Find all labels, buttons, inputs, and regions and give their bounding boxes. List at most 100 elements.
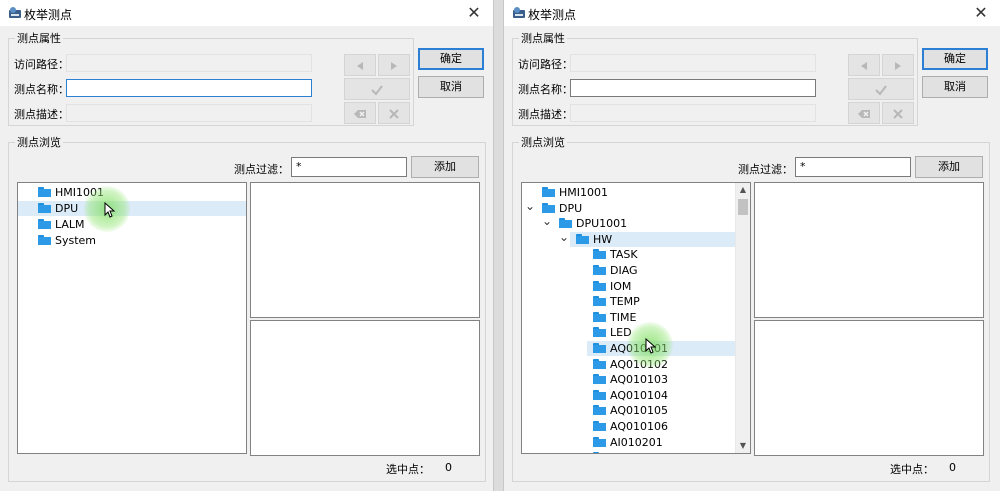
cancel-button[interactable]: 取消: [922, 76, 988, 98]
tree-item[interactable]: HMI1001: [18, 185, 246, 200]
tree-item[interactable]: AI010202: [522, 450, 736, 453]
tree-item-label: TIME: [610, 310, 637, 324]
selected-count-label: 选中点：: [890, 463, 934, 476]
tree-item-label: LALM: [55, 218, 85, 231]
chevron-down-icon[interactable]: ⌄: [525, 200, 535, 212]
folder-icon: [593, 421, 606, 431]
eraser-button[interactable]: [848, 102, 880, 124]
point-list-upper[interactable]: [250, 182, 480, 318]
folder-icon: [593, 327, 606, 338]
tree-item-label: TASK: [610, 248, 638, 262]
arrow-left-icon: [861, 62, 867, 70]
prev-button[interactable]: [344, 54, 376, 76]
scroll-down-icon[interactable]: ▼: [736, 439, 750, 453]
point-tree[interactable]: HMI1001 ⌄ DPU ⌄ DPU1001 ⌄ HW TASK DIAG IOM TEMP TIM…: [521, 182, 751, 454]
point-properties-legend: 测点属性: [17, 32, 61, 45]
point-desc-label: 测点描述：: [518, 108, 573, 121]
tree-item[interactable]: DPU: [18, 201, 246, 216]
dialog-title: 枚举测点: [528, 8, 577, 22]
point-name-field[interactable]: [570, 79, 816, 97]
tree-item[interactable]: AQ010104: [522, 388, 736, 403]
tree-item[interactable]: AQ010105: [522, 403, 736, 418]
filter-input[interactable]: *: [795, 157, 911, 177]
tree-item[interactable]: AQ010103: [522, 372, 736, 387]
folder-icon: [593, 265, 606, 275]
folder-icon: [593, 311, 606, 322]
tree-item[interactable]: ⌄ HW: [559, 231, 736, 247]
point-list-upper[interactable]: [754, 182, 984, 318]
scroll-up-icon[interactable]: ▲: [736, 183, 750, 197]
tree-item[interactable]: System: [18, 233, 246, 248]
access-path-field: [66, 54, 312, 72]
confirm-check-button[interactable]: [848, 78, 914, 100]
chevron-down-icon[interactable]: ⌄: [542, 215, 552, 227]
tree-item[interactable]: DIAG: [522, 263, 736, 278]
app-icon: [9, 7, 21, 18]
app-icon: [513, 7, 525, 18]
tree-item[interactable]: AQ010102: [522, 357, 736, 372]
point-name-field[interactable]: [66, 79, 312, 97]
tree-item[interactable]: LALM: [18, 217, 246, 232]
selected-count-value: 0: [949, 461, 956, 474]
tree-item[interactable]: AQ010101: [587, 341, 736, 356]
next-button[interactable]: [378, 54, 410, 76]
tree-item-label: System: [55, 234, 97, 247]
tree-item[interactable]: IOM: [522, 279, 736, 294]
checkmark-icon: [371, 85, 383, 96]
tree-item[interactable]: HMI1001: [522, 185, 736, 200]
tree-scrollbar[interactable]: ▲ ▼: [735, 183, 750, 453]
point-tree[interactable]: HMI1001 DPU LALM System: [17, 182, 247, 454]
point-list-lower[interactable]: [250, 320, 480, 456]
tree-item[interactable]: AI010201: [522, 435, 736, 450]
cancel-button[interactable]: 取消: [418, 76, 484, 98]
tree-item-label: AQ010101: [610, 342, 668, 355]
point-list-lower[interactable]: [754, 320, 984, 456]
tree-item[interactable]: ⌄ DPU: [522, 200, 736, 216]
ok-button[interactable]: 确定: [922, 48, 988, 70]
folder-icon: [593, 249, 606, 260]
scroll-thumb[interactable]: [738, 199, 748, 215]
tree-item[interactable]: LED: [522, 325, 736, 340]
tree-item[interactable]: TIME: [522, 310, 736, 325]
arrow-right-icon: [391, 62, 397, 70]
tree-item[interactable]: AQ010106: [522, 419, 736, 434]
filter-input[interactable]: *: [291, 157, 407, 177]
next-button[interactable]: [882, 54, 914, 76]
confirm-check-button[interactable]: [344, 78, 410, 100]
folder-icon: [593, 343, 606, 353]
folder-icon: [593, 452, 606, 453]
tree-item-label: AI010202: [610, 450, 663, 453]
clear-button[interactable]: [378, 102, 410, 124]
tree-item[interactable]: TASK: [522, 247, 736, 262]
clear-x-icon: [893, 109, 903, 119]
close-icon[interactable]: ✕: [970, 3, 992, 23]
folder-icon: [38, 219, 51, 229]
enum-points-dialog-right: 枚举测点 ✕ 测点属性 访问路径： 测点名称： 测点描述： 确定 取消 测点浏览…: [503, 0, 1000, 491]
eraser-icon: [354, 110, 366, 118]
tree-item-label: AI010201: [610, 435, 663, 449]
ok-button[interactable]: 确定: [418, 48, 484, 70]
tree-item-label: TEMP: [610, 295, 640, 309]
tree-item-label: HMI1001: [55, 186, 105, 199]
clear-button[interactable]: [882, 102, 914, 124]
folder-icon: [542, 202, 555, 213]
tree-item-label: DPU: [55, 202, 79, 215]
tree-item[interactable]: TEMP: [522, 294, 736, 309]
folder-icon: [576, 233, 589, 244]
access-path-field: [570, 54, 816, 72]
folder-icon: [593, 358, 606, 369]
prev-button[interactable]: [848, 54, 880, 76]
chevron-down-icon[interactable]: ⌄: [559, 231, 569, 243]
access-path-label: 访问路径：: [518, 58, 573, 71]
tree-item[interactable]: ⌄ DPU1001: [522, 215, 736, 231]
add-button[interactable]: 添加: [915, 156, 983, 178]
tree-item-label: IOM: [610, 279, 632, 293]
folder-icon: [542, 187, 555, 197]
add-button[interactable]: 添加: [411, 156, 479, 178]
eraser-button[interactable]: [344, 102, 376, 124]
tree-item-label: AQ010104: [610, 388, 668, 402]
point-browse-legend: 测点浏览: [521, 136, 565, 149]
point-name-label: 测点名称：: [14, 83, 69, 96]
close-icon[interactable]: ✕: [463, 3, 485, 23]
point-desc-field: [66, 104, 312, 122]
